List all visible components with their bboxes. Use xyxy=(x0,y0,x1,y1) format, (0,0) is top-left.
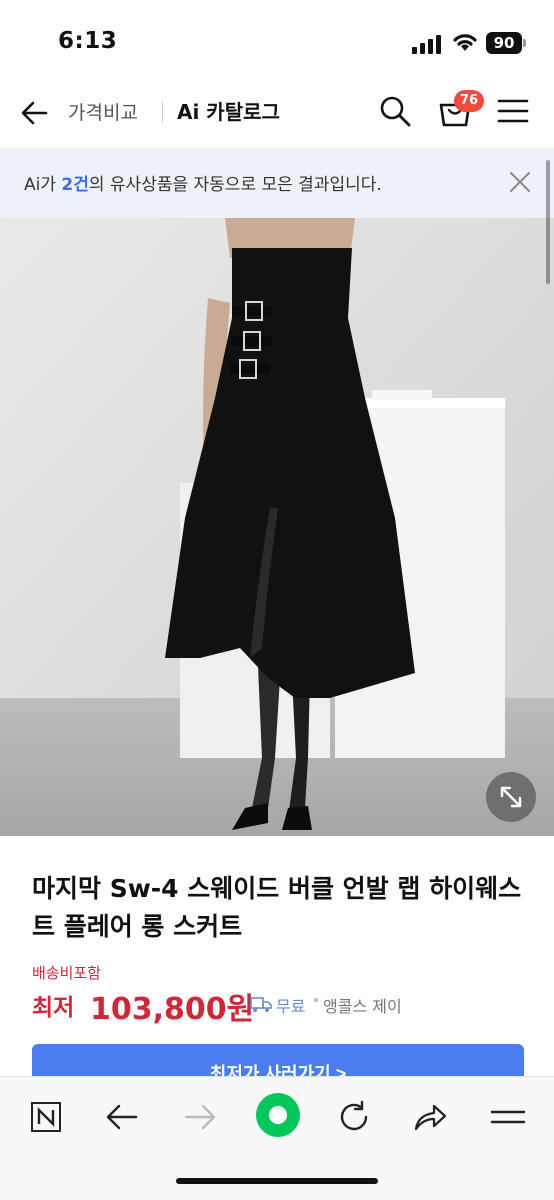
search-icon[interactable] xyxy=(378,94,412,128)
forward-arrow-icon[interactable] xyxy=(178,1095,222,1139)
menu-icon[interactable] xyxy=(486,1095,530,1139)
app-header: 가격비교 Ai 카탈로그 76 xyxy=(0,84,554,148)
separator-dot: • xyxy=(312,993,321,1009)
header-divider xyxy=(162,102,163,122)
price-compare-link[interactable]: 가격비교 xyxy=(68,98,138,125)
scrollbar[interactable] xyxy=(546,160,550,284)
ai-notice-suffix: 의 유사상품을 자동으로 모은 결과입니다. xyxy=(88,175,382,195)
price-label: 최저 xyxy=(32,995,75,1021)
status-time: 6:13 xyxy=(58,28,118,54)
seller-name[interactable]: 앵콜스 제이 xyxy=(323,993,402,1017)
refresh-icon[interactable] xyxy=(332,1095,376,1139)
status-bar: 6:13 90 xyxy=(0,0,554,84)
wifi-icon xyxy=(453,34,477,51)
truck-icon xyxy=(250,997,272,1012)
ai-notice-banner: Ai가 2건의 유사상품을 자동으로 모은 결과입니다. xyxy=(0,148,554,218)
page-title: Ai 카탈로그 xyxy=(177,100,280,124)
hamburger-icon[interactable] xyxy=(496,96,530,126)
product-image[interactable] xyxy=(0,218,554,836)
battery-indicator: 90 xyxy=(486,32,526,54)
shipping-note: 배송비포함 xyxy=(32,964,102,982)
naver-n-icon[interactable] xyxy=(24,1095,68,1139)
home-indicator xyxy=(176,1178,378,1184)
expand-icon xyxy=(500,786,522,808)
back-arrow-icon[interactable] xyxy=(100,1095,144,1139)
ai-notice-count: 2건 xyxy=(61,175,89,195)
product-photo xyxy=(0,218,554,836)
signal-icon xyxy=(412,34,444,54)
close-icon[interactable] xyxy=(506,168,534,196)
share-icon[interactable] xyxy=(408,1095,452,1139)
ai-notice-prefix: Ai가 xyxy=(24,175,62,195)
delivery-fee: 무료 xyxy=(276,997,306,1016)
back-button[interactable] xyxy=(18,96,52,130)
expand-image-button[interactable] xyxy=(486,772,536,822)
cart-count-badge: 76 xyxy=(454,90,485,112)
ai-notice-text: Ai가 2건의 유사상품을 자동으로 모은 결과입니다. xyxy=(24,170,382,195)
price-value: 103,800원 xyxy=(90,992,255,1027)
product-title: 마지막 Sw-4 스웨이드 버클 언발 랩 하이웨스트 플레어 롱 스커트 xyxy=(32,874,522,941)
green-dot-icon[interactable] xyxy=(254,1091,302,1139)
